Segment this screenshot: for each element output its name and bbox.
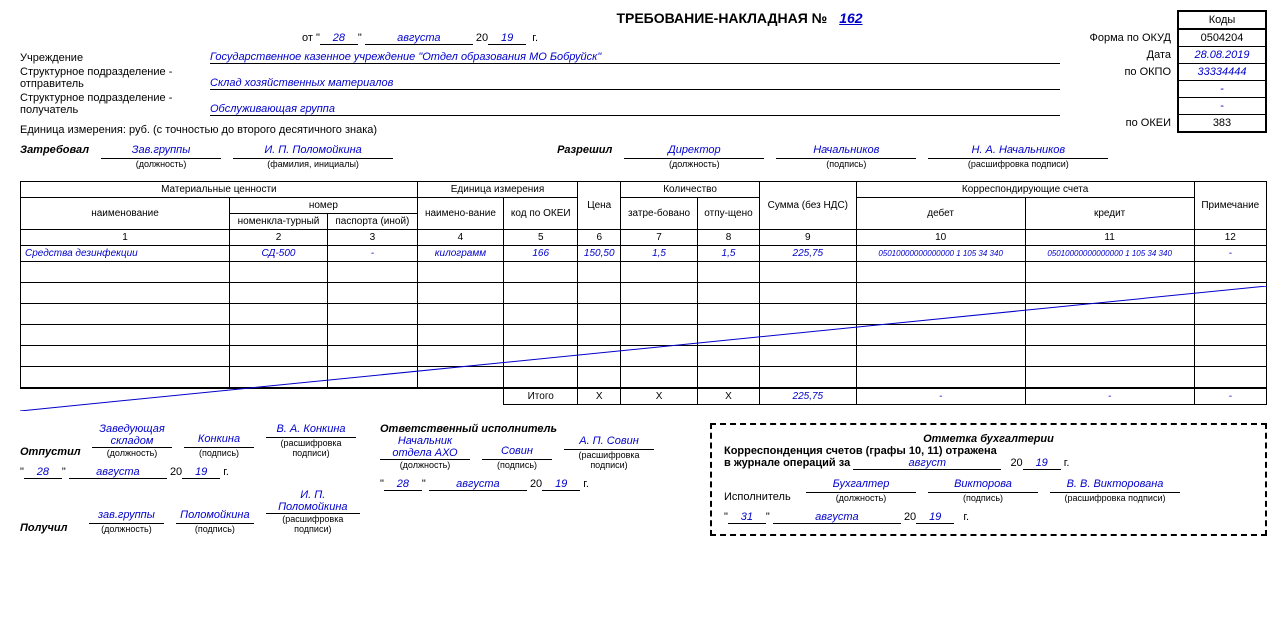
received-name: И. П. Поломойкина: [266, 489, 360, 514]
accounting-month: август: [853, 457, 1001, 470]
okpo-value: 33334444: [1178, 64, 1266, 81]
date-line: от "28" августа 2019 г.: [220, 32, 620, 45]
table-row: [21, 283, 1267, 304]
codes-box: Коды Форма по ОКУД0504204 Дата28.08.2019…: [1082, 10, 1268, 133]
table-row: [21, 325, 1267, 346]
table-row: [21, 346, 1267, 367]
requested-name: И. П. Поломойкина: [233, 144, 393, 159]
requested-label: Затребовал: [20, 144, 89, 156]
okpo-label: по ОКПО: [1082, 64, 1179, 81]
date-label: Дата: [1082, 47, 1179, 64]
released-title: Отпустил: [20, 446, 80, 458]
approved-label: Разрешил: [557, 144, 612, 156]
requested-position: Зав.группы: [101, 144, 221, 159]
column-numbers-row: 1 2 3 4 5 6 7 8 9 10 11 12: [21, 230, 1267, 246]
accounting-title: Отметка бухгалтерии: [724, 433, 1253, 445]
document-number: 162: [831, 10, 870, 26]
responsible-name: А. П. Совин: [564, 435, 654, 450]
received-position: зав.группы: [89, 509, 165, 524]
executor-position: Бухгалтер: [806, 478, 916, 493]
approved-signature: Начальников: [776, 144, 916, 159]
approved-name: Н. А. Начальников: [928, 144, 1108, 159]
date-month: августа: [365, 32, 473, 45]
receiver-value: Обслуживающая группа: [210, 103, 1060, 116]
unit-note: Единица измерения: руб. (с точностью до …: [20, 124, 1267, 136]
approved-position: Директор: [624, 144, 764, 159]
executor-signature: Викторова: [928, 478, 1038, 493]
executor-label: Исполнитель: [724, 491, 794, 503]
blank1: -: [1178, 81, 1266, 98]
receiver-label: Структурное подразделение - получатель: [20, 92, 210, 116]
released-name: В. А. Конкина: [266, 423, 356, 438]
totals-row: Итого Х Х Х 225,75 - - -: [21, 388, 1267, 405]
date-day: 28: [320, 32, 358, 45]
table-row: [21, 304, 1267, 325]
okei-label: по ОКЕИ: [1082, 115, 1179, 133]
responsible-position: Начальник отдела АХО: [380, 435, 470, 460]
institution-value: Государственное казенное учреждение "Отд…: [210, 51, 1060, 64]
responsible-title: Ответственный исполнитель: [380, 423, 690, 435]
accounting-box: Отметка бухгалтерии Корреспонденция счет…: [710, 423, 1267, 536]
received-signature: Поломойкина: [176, 509, 253, 524]
okud-value: 0504204: [1178, 29, 1266, 47]
materials-table: Материальные ценности Единица измерения …: [20, 181, 1267, 405]
date-year: 19: [488, 32, 526, 45]
date-value: 28.08.2019: [1178, 47, 1266, 64]
table-row: [21, 367, 1267, 389]
okud-label: Форма по ОКУД: [1082, 29, 1179, 47]
table-row: Средства дезинфекции СД-500 - килограмм …: [21, 246, 1267, 262]
sender-label: Структурное подразделение - отправитель: [20, 66, 210, 90]
executor-name: В. В. Викторована: [1050, 478, 1180, 493]
blank2: -: [1178, 98, 1266, 115]
responsible-signature: Совин: [482, 445, 552, 460]
sender-value: Склад хозяйственных материалов: [210, 77, 1060, 90]
table-row: [21, 262, 1267, 283]
institution-label: Учреждение: [20, 52, 210, 64]
codes-header: Коды: [1178, 11, 1266, 29]
released-signature: Конкина: [184, 433, 254, 448]
received-title: Получил: [20, 522, 77, 534]
released-position: Заведующая складом: [92, 423, 172, 448]
okei-value: 383: [1178, 115, 1266, 133]
document-title: ТРЕБОВАНИЕ-НАКЛАДНАЯ № 162: [20, 10, 1267, 26]
